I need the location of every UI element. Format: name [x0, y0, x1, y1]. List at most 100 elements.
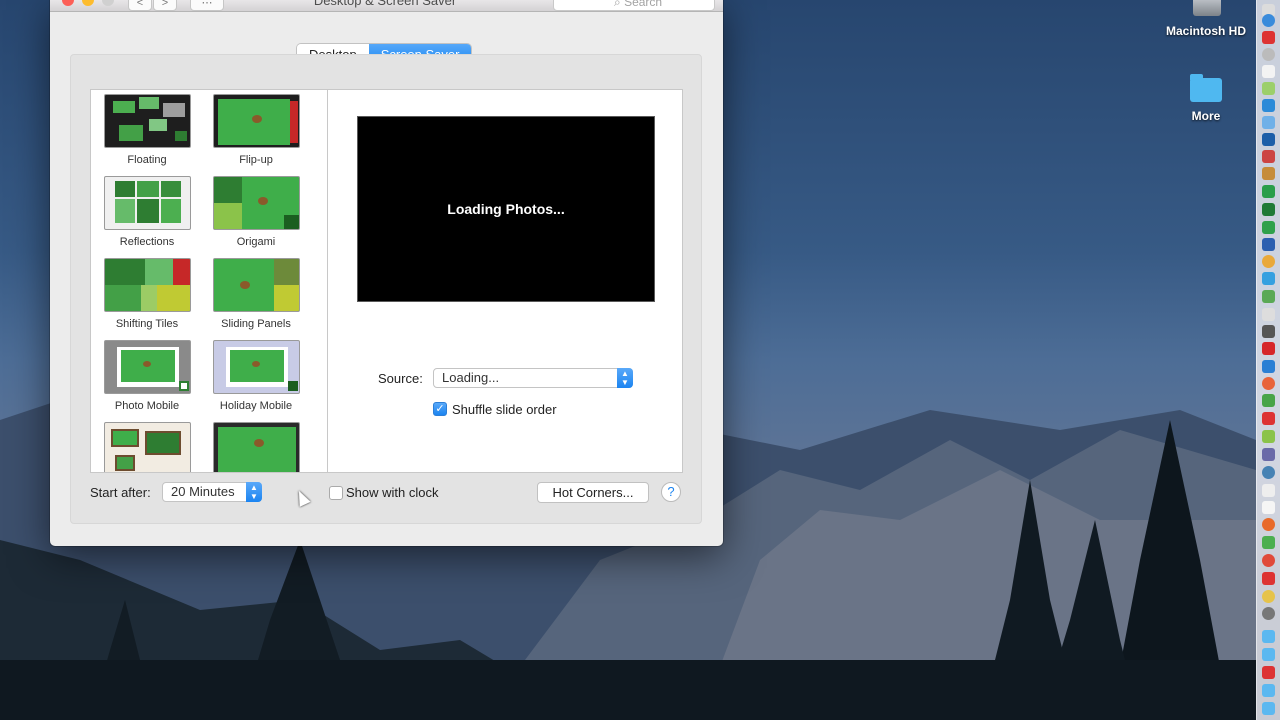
skype-icon[interactable]: [1262, 272, 1275, 285]
hard-drive-label[interactable]: Macintosh HD: [1158, 24, 1254, 38]
shuffle-checkbox[interactable]: ✓: [433, 402, 447, 416]
forward-button[interactable]: >: [153, 0, 177, 11]
dock: [1256, 0, 1280, 720]
calendar-icon[interactable]: [1262, 501, 1275, 514]
list-item-floating[interactable]: Floating: [97, 94, 197, 166]
preview-status: Loading Photos...: [447, 201, 565, 217]
app-icon[interactable]: [1262, 65, 1275, 78]
source-popup[interactable]: Loading... ▲ ▼: [433, 368, 633, 388]
app-icon[interactable]: [1262, 82, 1275, 95]
app-icon[interactable]: [1262, 484, 1275, 497]
minimize-button[interactable]: [82, 0, 94, 6]
system-preferences-icon[interactable]: [1262, 607, 1275, 620]
app-icon[interactable]: [1262, 394, 1275, 407]
list-item-ken-burns[interactable]: [206, 422, 306, 472]
app-icon[interactable]: [1262, 360, 1275, 373]
sliding-panels-label: Sliding Panels: [221, 318, 291, 330]
folder-icon[interactable]: [1262, 702, 1275, 715]
list-item-origami[interactable]: Origami: [206, 176, 306, 248]
folder-icon[interactable]: [1262, 630, 1275, 643]
photoshop-icon[interactable]: [1262, 133, 1275, 146]
chrome-icon[interactable]: [1262, 554, 1275, 567]
help-button[interactable]: ?: [661, 482, 681, 502]
shifting-tiles-label: Shifting Tiles: [115, 318, 179, 330]
photo-mobile-thumbnail: [103, 340, 191, 394]
app-icon[interactable]: [1262, 518, 1275, 531]
app-icon[interactable]: [1262, 572, 1275, 585]
safari-icon[interactable]: [1262, 14, 1275, 27]
preferences-window: < > ⋯ Desktop & Screen Saver ⌕ Search De…: [50, 0, 723, 546]
app-icon[interactable]: [1262, 412, 1275, 425]
start-after-label: Start after:: [90, 485, 151, 500]
shuffle-label[interactable]: Shuffle slide order: [452, 402, 557, 417]
folder-icon[interactable]: [1190, 74, 1222, 102]
hot-corners-button[interactable]: Hot Corners...: [537, 482, 649, 503]
window-title: Desktop & Screen Saver: [313, 0, 457, 8]
app-icon[interactable]: [1262, 290, 1275, 303]
app-icon[interactable]: [1262, 31, 1275, 44]
sliding-panels-thumbnail: [212, 258, 300, 312]
holiday-mobile-label: Holiday Mobile: [219, 400, 293, 412]
popup-arrows-icon: ▲ ▼: [246, 482, 262, 502]
back-button[interactable]: <: [128, 0, 152, 11]
folder-icon[interactable]: [1262, 684, 1275, 697]
reflections-thumbnail: [103, 176, 191, 230]
folder-label[interactable]: More: [1176, 109, 1236, 123]
flip-up-thumbnail: [212, 94, 300, 148]
close-button[interactable]: [62, 0, 74, 6]
photo-mobile-label: Photo Mobile: [114, 400, 180, 412]
app-icon[interactable]: [1262, 377, 1275, 390]
vintage-prints-thumbnail: [103, 422, 191, 472]
search-placeholder: Search: [624, 0, 663, 9]
list-item-sliding-panels[interactable]: Sliding Panels: [206, 258, 306, 330]
app-icon[interactable]: [1262, 255, 1275, 268]
app-icon[interactable]: [1262, 325, 1275, 338]
app-icon[interactable]: [1262, 203, 1275, 216]
origami-thumbnail: [212, 176, 300, 230]
app-icon[interactable]: [1262, 99, 1275, 112]
show-clock-label[interactable]: Show with clock: [346, 485, 438, 500]
shifting-tiles-thumbnail: [103, 258, 191, 312]
source-value: Loading...: [442, 370, 500, 385]
app-icon[interactable]: [1262, 116, 1275, 129]
title-bar: < > ⋯ Desktop & Screen Saver ⌕ Search: [50, 0, 723, 12]
app-icon[interactable]: [1262, 185, 1275, 198]
zoom-button[interactable]: [102, 0, 114, 6]
popup-arrows-icon: ▲ ▼: [617, 368, 633, 388]
app-icon[interactable]: [1262, 150, 1275, 163]
start-after-popup[interactable]: 20 Minutes ▲ ▼: [162, 482, 262, 502]
app-icon[interactable]: [1262, 590, 1275, 603]
list-item-photo-mobile[interactable]: Photo Mobile: [97, 340, 197, 412]
flip-up-label: Flip-up: [239, 154, 273, 166]
acrobat-icon[interactable]: [1262, 342, 1275, 355]
floating-label: Floating: [127, 154, 167, 166]
list-item-holiday-mobile[interactable]: Holiday Mobile: [206, 340, 306, 412]
hard-drive-icon[interactable]: [1193, 0, 1221, 16]
holiday-mobile-thumbnail: [212, 340, 300, 394]
app-icon[interactable]: [1262, 430, 1275, 443]
word-icon[interactable]: [1262, 238, 1275, 251]
app-icon[interactable]: [1262, 448, 1275, 461]
show-all-button[interactable]: ⋯: [190, 0, 224, 11]
source-label: Source:: [378, 371, 423, 386]
app-icon[interactable]: [1262, 466, 1275, 479]
search-icon: ⌕: [614, 0, 625, 9]
excel-icon[interactable]: [1262, 221, 1275, 234]
app-icon[interactable]: [1262, 666, 1275, 679]
messages-icon[interactable]: [1262, 536, 1275, 549]
reflections-label: Reflections: [119, 236, 175, 248]
list-item-shifting-tiles[interactable]: Shifting Tiles: [97, 258, 197, 330]
show-clock-checkbox[interactable]: [329, 486, 343, 500]
app-icon[interactable]: [1262, 167, 1275, 180]
screen-saver-list[interactable]: Floating Flip-up Reflections Origami Shi…: [90, 89, 328, 473]
screen-saver-preview: Loading Photos...: [357, 116, 655, 302]
app-icon[interactable]: [1262, 308, 1275, 321]
folder-icon[interactable]: [1262, 648, 1275, 661]
list-item-vintage-prints[interactable]: [97, 422, 197, 472]
search-field[interactable]: ⌕ Search: [553, 0, 715, 11]
list-item-reflections[interactable]: Reflections: [97, 176, 197, 248]
origami-label: Origami: [236, 236, 276, 248]
start-after-value: 20 Minutes: [171, 484, 235, 499]
app-icon[interactable]: [1262, 48, 1275, 61]
list-item-flip-up[interactable]: Flip-up: [206, 94, 306, 166]
